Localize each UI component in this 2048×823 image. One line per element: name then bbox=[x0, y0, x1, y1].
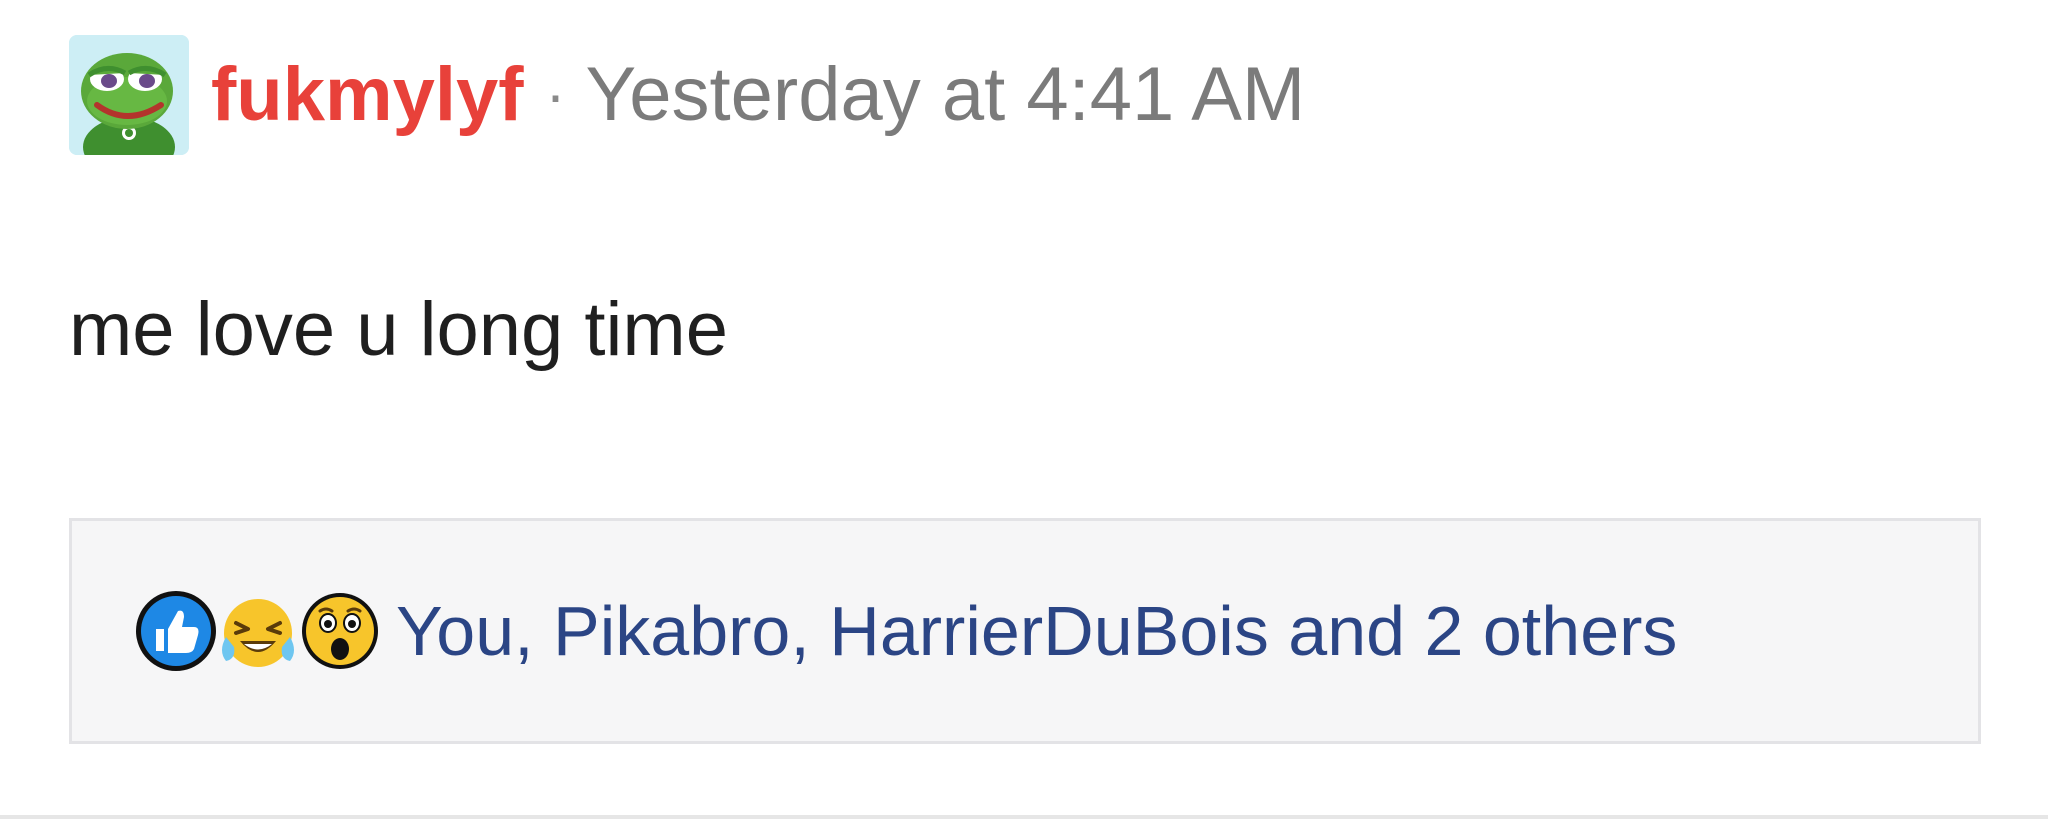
post-header: fukmylyf · Yesterday at 4:41 AM bbox=[69, 35, 1305, 155]
header-separator: · bbox=[545, 61, 566, 128]
laughing-crying-icon bbox=[222, 599, 294, 667]
reaction-icons[interactable] bbox=[134, 589, 382, 673]
post-card: fukmylyf · Yesterday at 4:41 AM me love … bbox=[0, 0, 2048, 823]
reaction-users-link[interactable]: You, Pikabro, HarrierDuBois and 2 others bbox=[396, 596, 1677, 666]
frog-avatar-icon bbox=[69, 35, 189, 155]
post-message: me love u long time bbox=[69, 287, 728, 372]
reactions-bar: You, Pikabro, HarrierDuBois and 2 others bbox=[69, 518, 1981, 744]
user-avatar[interactable] bbox=[69, 35, 189, 155]
post-username[interactable]: fukmylyf bbox=[211, 57, 524, 133]
post-divider bbox=[0, 815, 2048, 819]
surprised-icon bbox=[302, 593, 378, 669]
post-timestamp[interactable]: Yesterday at 4:41 AM bbox=[586, 57, 1306, 133]
like-icon bbox=[136, 591, 216, 671]
